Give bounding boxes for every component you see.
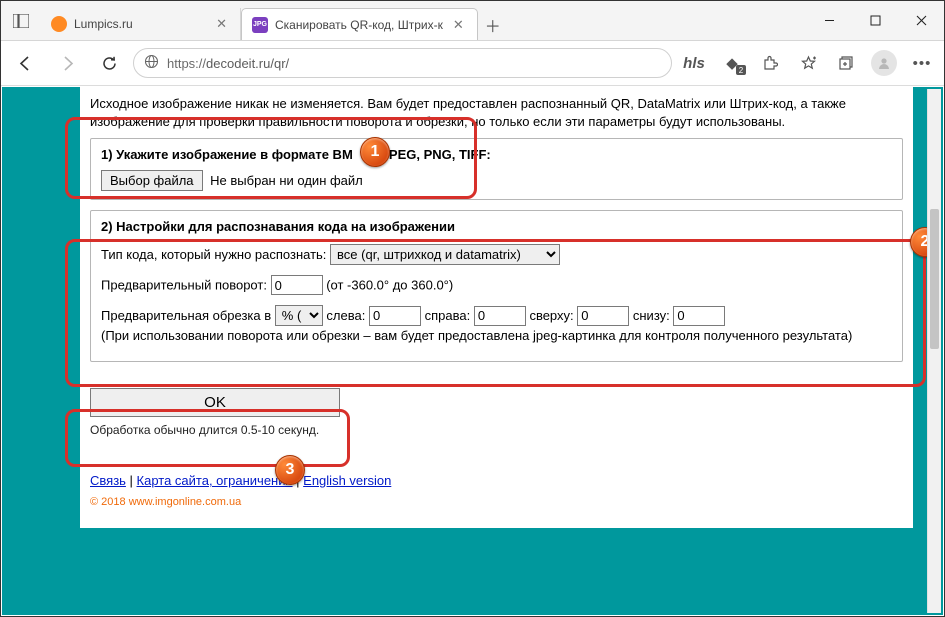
- crop-left-label: слева:: [326, 308, 365, 323]
- refresh-button[interactable]: [91, 47, 127, 79]
- collections-icon[interactable]: [830, 47, 862, 79]
- scrollbar[interactable]: [927, 89, 941, 613]
- new-tab-button[interactable]: ＋: [478, 10, 508, 40]
- maximize-button[interactable]: [852, 1, 898, 41]
- section2-heading: 2) Настройки для распознавания кода на и…: [101, 219, 892, 234]
- row-codetype: Тип кода, который нужно распознать: все …: [101, 244, 892, 265]
- link-english[interactable]: English version: [303, 473, 391, 488]
- minimize-button[interactable]: [806, 1, 852, 41]
- close-button[interactable]: [898, 1, 944, 41]
- crop-left-input[interactable]: [369, 306, 421, 326]
- footer-links: Связь | Карта сайта, ограничения | Engli…: [90, 473, 903, 488]
- processing-text: Обработка обычно длится 0.5-10 секунд.: [90, 423, 903, 437]
- favorites-icon[interactable]: [792, 47, 824, 79]
- rotate-range: (от -360.0° до 360.0°): [326, 278, 453, 293]
- crop-top-label: сверху:: [529, 308, 573, 323]
- row-rotate: Предварительный поворот: (от -360.0° до …: [101, 275, 892, 295]
- close-icon[interactable]: ✕: [450, 17, 467, 33]
- link-sitemap[interactable]: Карта сайта, ограничения: [137, 473, 293, 488]
- file-choose-button[interactable]: Выбор файла: [101, 170, 203, 191]
- globe-icon: [144, 54, 159, 72]
- window-controls: [806, 1, 944, 41]
- address-bar[interactable]: https://decodeit.ru/qr/: [133, 48, 672, 78]
- extensions-icon[interactable]: [754, 47, 786, 79]
- file-status-text: Не выбран ни один файл: [210, 173, 363, 188]
- tablayout-icon[interactable]: [1, 1, 41, 41]
- copyright-text: © 2018 www.imgonline.com.ua: [90, 496, 903, 508]
- crop-label: Предварительная обрезка в: [101, 308, 271, 323]
- profile-button[interactable]: [868, 47, 900, 79]
- link-contact[interactable]: Связь: [90, 473, 126, 488]
- avatar-icon: [871, 50, 897, 76]
- back-button[interactable]: [7, 47, 43, 79]
- tab-lumpics[interactable]: Lumpics.ru ✕: [41, 8, 241, 40]
- scrollbar-thumb[interactable]: [930, 209, 939, 349]
- ok-button[interactable]: OK: [90, 388, 340, 417]
- tab-title: Сканировать QR-код, Штрих-к: [275, 18, 443, 32]
- hls-icon[interactable]: hls: [678, 47, 710, 79]
- tab-decodeit[interactable]: JPG Сканировать QR-код, Штрих-к ✕: [241, 8, 478, 40]
- menu-button[interactable]: •••: [906, 47, 938, 79]
- crop-note: (При использовании поворота или обрезки …: [101, 328, 892, 343]
- section1-heading: 1) Укажите изображение в формате BM JPEG…: [101, 147, 892, 162]
- crop-unit-select[interactable]: % (: [275, 305, 323, 326]
- section-settings: 2) Настройки для распознавания кода на и…: [90, 210, 903, 362]
- toolbar: https://decodeit.ru/qr/ hls ◆2 •••: [1, 41, 944, 86]
- forward-button[interactable]: [49, 47, 85, 79]
- titlebar: Lumpics.ru ✕ JPG Сканировать QR-код, Штр…: [1, 1, 944, 41]
- tracker-count-badge: 2: [736, 65, 746, 75]
- crop-top-input[interactable]: [577, 306, 629, 326]
- url-text: https://decodeit.ru/qr/: [167, 56, 289, 71]
- rotate-input[interactable]: [271, 275, 323, 295]
- intro-text: Исходное изображение никак не изменяется…: [90, 95, 903, 130]
- tabs: Lumpics.ru ✕ JPG Сканировать QR-код, Штр…: [41, 1, 806, 40]
- highlight-3: [65, 409, 350, 467]
- crop-right-label: справа:: [425, 308, 471, 323]
- rotate-label: Предварительный поворот:: [101, 278, 267, 293]
- codetype-select[interactable]: все (qr, штрихкод и datamatrix): [330, 244, 560, 265]
- row-crop: Предварительная обрезка в % ( слева: спр…: [101, 305, 892, 326]
- codetype-label: Тип кода, который нужно распознать:: [101, 247, 326, 262]
- tracker-shield-icon[interactable]: ◆2: [716, 47, 748, 79]
- favicon-decodeit: JPG: [252, 17, 268, 33]
- crop-bottom-label: снизу:: [633, 308, 670, 323]
- favicon-lumpics: [51, 16, 67, 32]
- section-file: 1) Укажите изображение в формате BM JPEG…: [90, 138, 903, 200]
- crop-right-input[interactable]: [474, 306, 526, 326]
- crop-bottom-input[interactable]: [673, 306, 725, 326]
- close-icon[interactable]: ✕: [213, 16, 230, 32]
- page-content: Исходное изображение никак не изменяется…: [80, 87, 913, 528]
- tab-title: Lumpics.ru: [74, 17, 206, 31]
